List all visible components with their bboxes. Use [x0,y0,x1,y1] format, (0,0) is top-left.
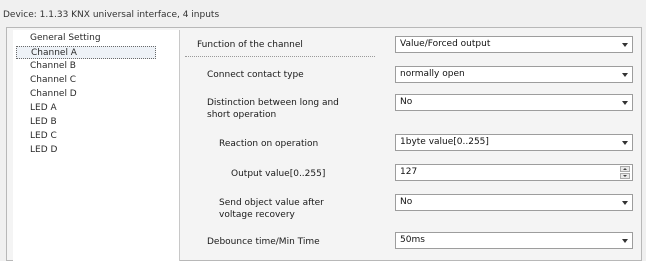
function-select-value: Value/Forced output [400,39,491,49]
debounce-label: Debounce time/Min Time [207,237,320,247]
sidebar-item-channel-a[interactable]: Channel A [16,46,156,59]
function-select[interactable]: Value/Forced output [395,36,633,53]
decrement-arrow-icon[interactable] [620,173,630,179]
sidebar-item-channel-c[interactable]: Channel C [16,74,156,87]
function-label: Function of the channel [197,40,303,50]
send-after-recovery-label-line1: Send object value after [219,198,324,208]
chevron-down-icon [622,43,628,47]
output-value-input[interactable]: 127 [400,165,417,180]
reaction-select[interactable]: 1byte value[0..255] [395,134,633,151]
chevron-down-icon [622,201,628,205]
debounce-select-value: 50ms [400,235,425,245]
sidebar-item-led-c[interactable]: LED C [16,130,156,143]
contact-type-label: Connect contact type [207,70,304,80]
window-title: Device: 1.1.33 KNX universal interface, … [3,10,220,20]
contact-type-select-value: normally open [400,69,465,79]
chevron-down-icon [622,141,628,145]
debounce-select[interactable]: 50ms [395,232,633,249]
distinction-select[interactable]: No [395,94,633,111]
divider [185,56,375,58]
distinction-select-value: No [400,97,413,107]
chevron-down-icon [622,101,628,105]
reaction-select-value: 1byte value[0..255] [400,137,489,147]
chevron-down-icon [622,73,628,77]
distinction-label-line2: short operation [207,110,277,120]
reaction-label: Reaction on operation [219,139,319,149]
sidebar-item-led-b[interactable]: LED B [16,116,156,129]
send-after-recovery-select[interactable]: No [395,194,633,211]
chevron-down-icon [622,239,628,243]
parameter-panel: Function of the channel Value/Forced out… [185,30,642,261]
sidebar-item-channel-b[interactable]: Channel B [16,60,156,73]
output-value-label: Output value[0..255] [231,169,326,179]
output-value-stepper[interactable]: 127 [395,164,633,181]
sidebar-item-led-d[interactable]: LED D [16,144,156,157]
send-after-recovery-label-line2: voltage recovery [219,210,295,220]
contact-type-select[interactable]: normally open [395,66,633,83]
distinction-label-line1: Distinction between long and [207,98,339,108]
sidebar: General Setting Channel A Channel B Chan… [13,30,180,261]
increment-arrow-icon[interactable] [620,166,630,172]
sidebar-item-led-a[interactable]: LED A [16,102,156,115]
send-after-recovery-select-value: No [400,197,413,207]
stepper-buttons [620,166,630,179]
sidebar-item-channel-d[interactable]: Channel D [16,88,156,101]
sidebar-item-general-setting[interactable]: General Setting [16,32,156,45]
